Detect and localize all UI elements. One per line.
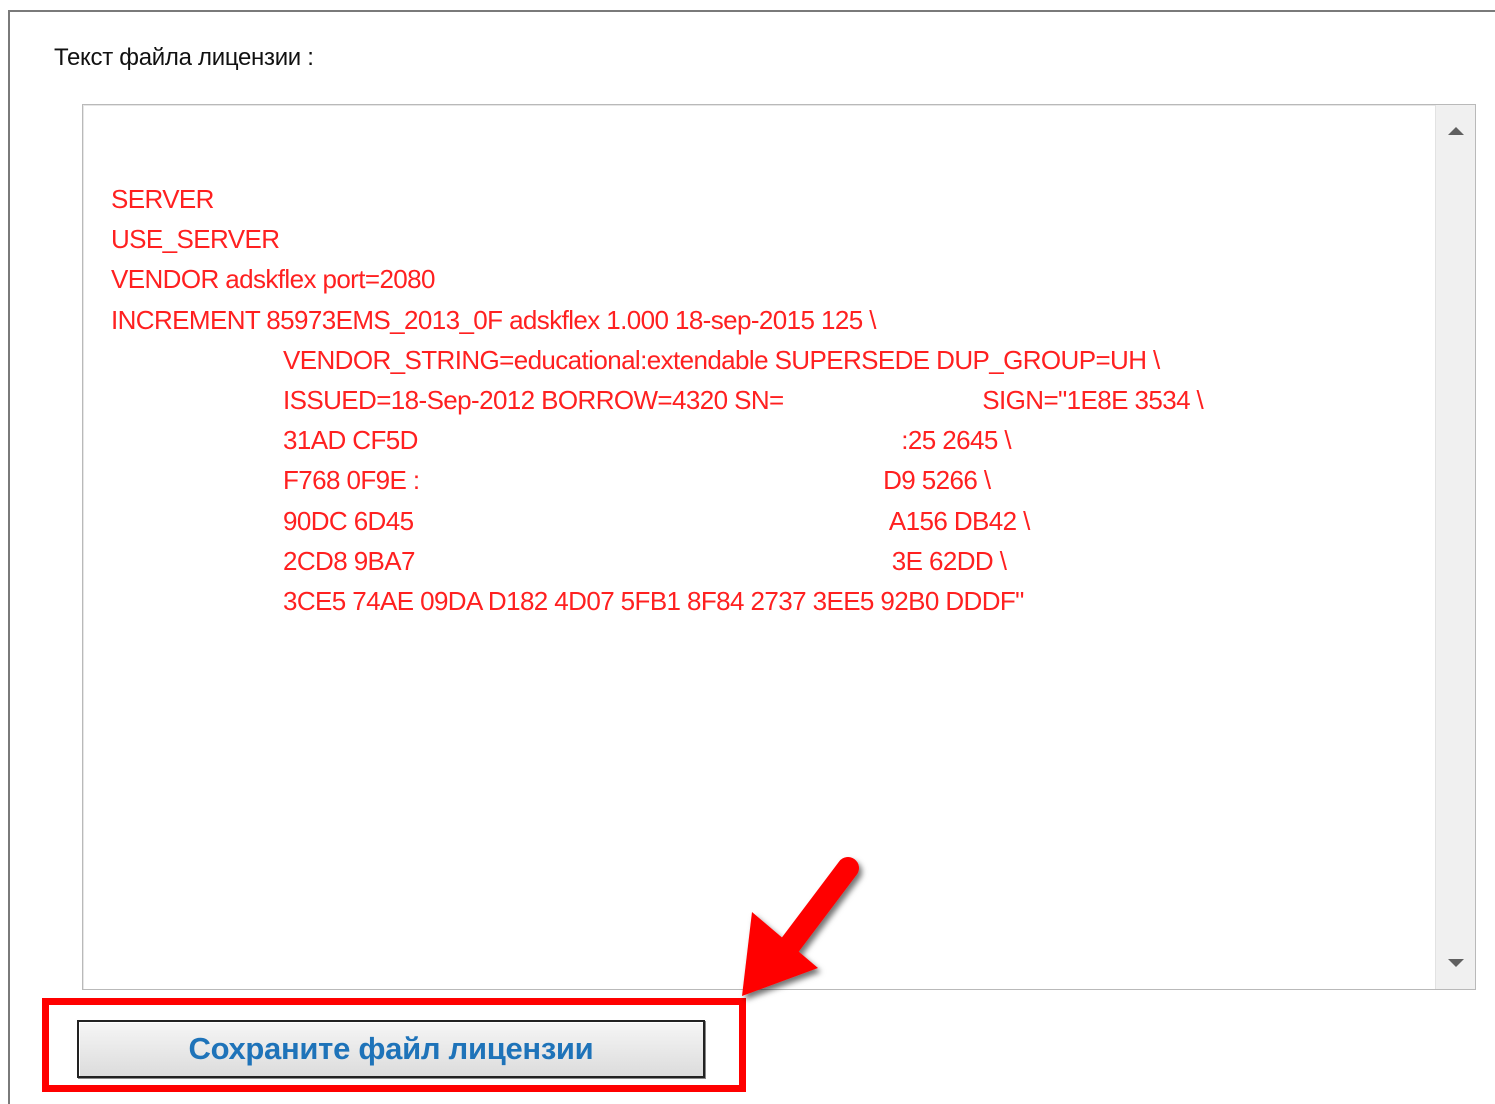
scroll-up-arrow-icon[interactable] (1448, 127, 1464, 135)
license-line: VENDOR_STRING=educational:extendable SUP… (283, 344, 1160, 375)
scroll-down-arrow-icon[interactable] (1448, 959, 1464, 967)
license-line: VENDOR adskflex port=2080 (111, 264, 435, 295)
license-text-content: SERVER USE_SERVER VENDOR adskflex port=2… (111, 179, 1204, 621)
license-textarea[interactable]: SERVER USE_SERVER VENDOR adskflex port=2… (82, 104, 1476, 990)
vertical-scrollbar[interactable] (1435, 105, 1475, 989)
license-line: 90DC 6D45 A156 DB42 \ (283, 505, 1030, 536)
license-line: 31AD CF5D :25 2645 \ (283, 425, 1012, 456)
license-line: 2CD8 9BA7 3E 62DD \ (283, 545, 1007, 576)
license-line: ISSUED=18-Sep-2012 BORROW=4320 SN= SIGN=… (283, 385, 1204, 416)
license-line: F768 0F9E : D9 5266 \ (283, 465, 991, 496)
license-line: USE_SERVER (111, 224, 280, 255)
license-line: SERVER (111, 184, 214, 214)
license-line: 3CE5 74AE 09DA D182 4D07 5FB1 8F84 2737 … (283, 586, 1024, 617)
save-license-file-button[interactable]: Сохраните файл лицензии (77, 1020, 705, 1078)
license-text-heading: Текст файла лицензии : (54, 44, 314, 71)
license-line: INCREMENT 85973EMS_2013_0F adskflex 1.00… (111, 304, 876, 335)
